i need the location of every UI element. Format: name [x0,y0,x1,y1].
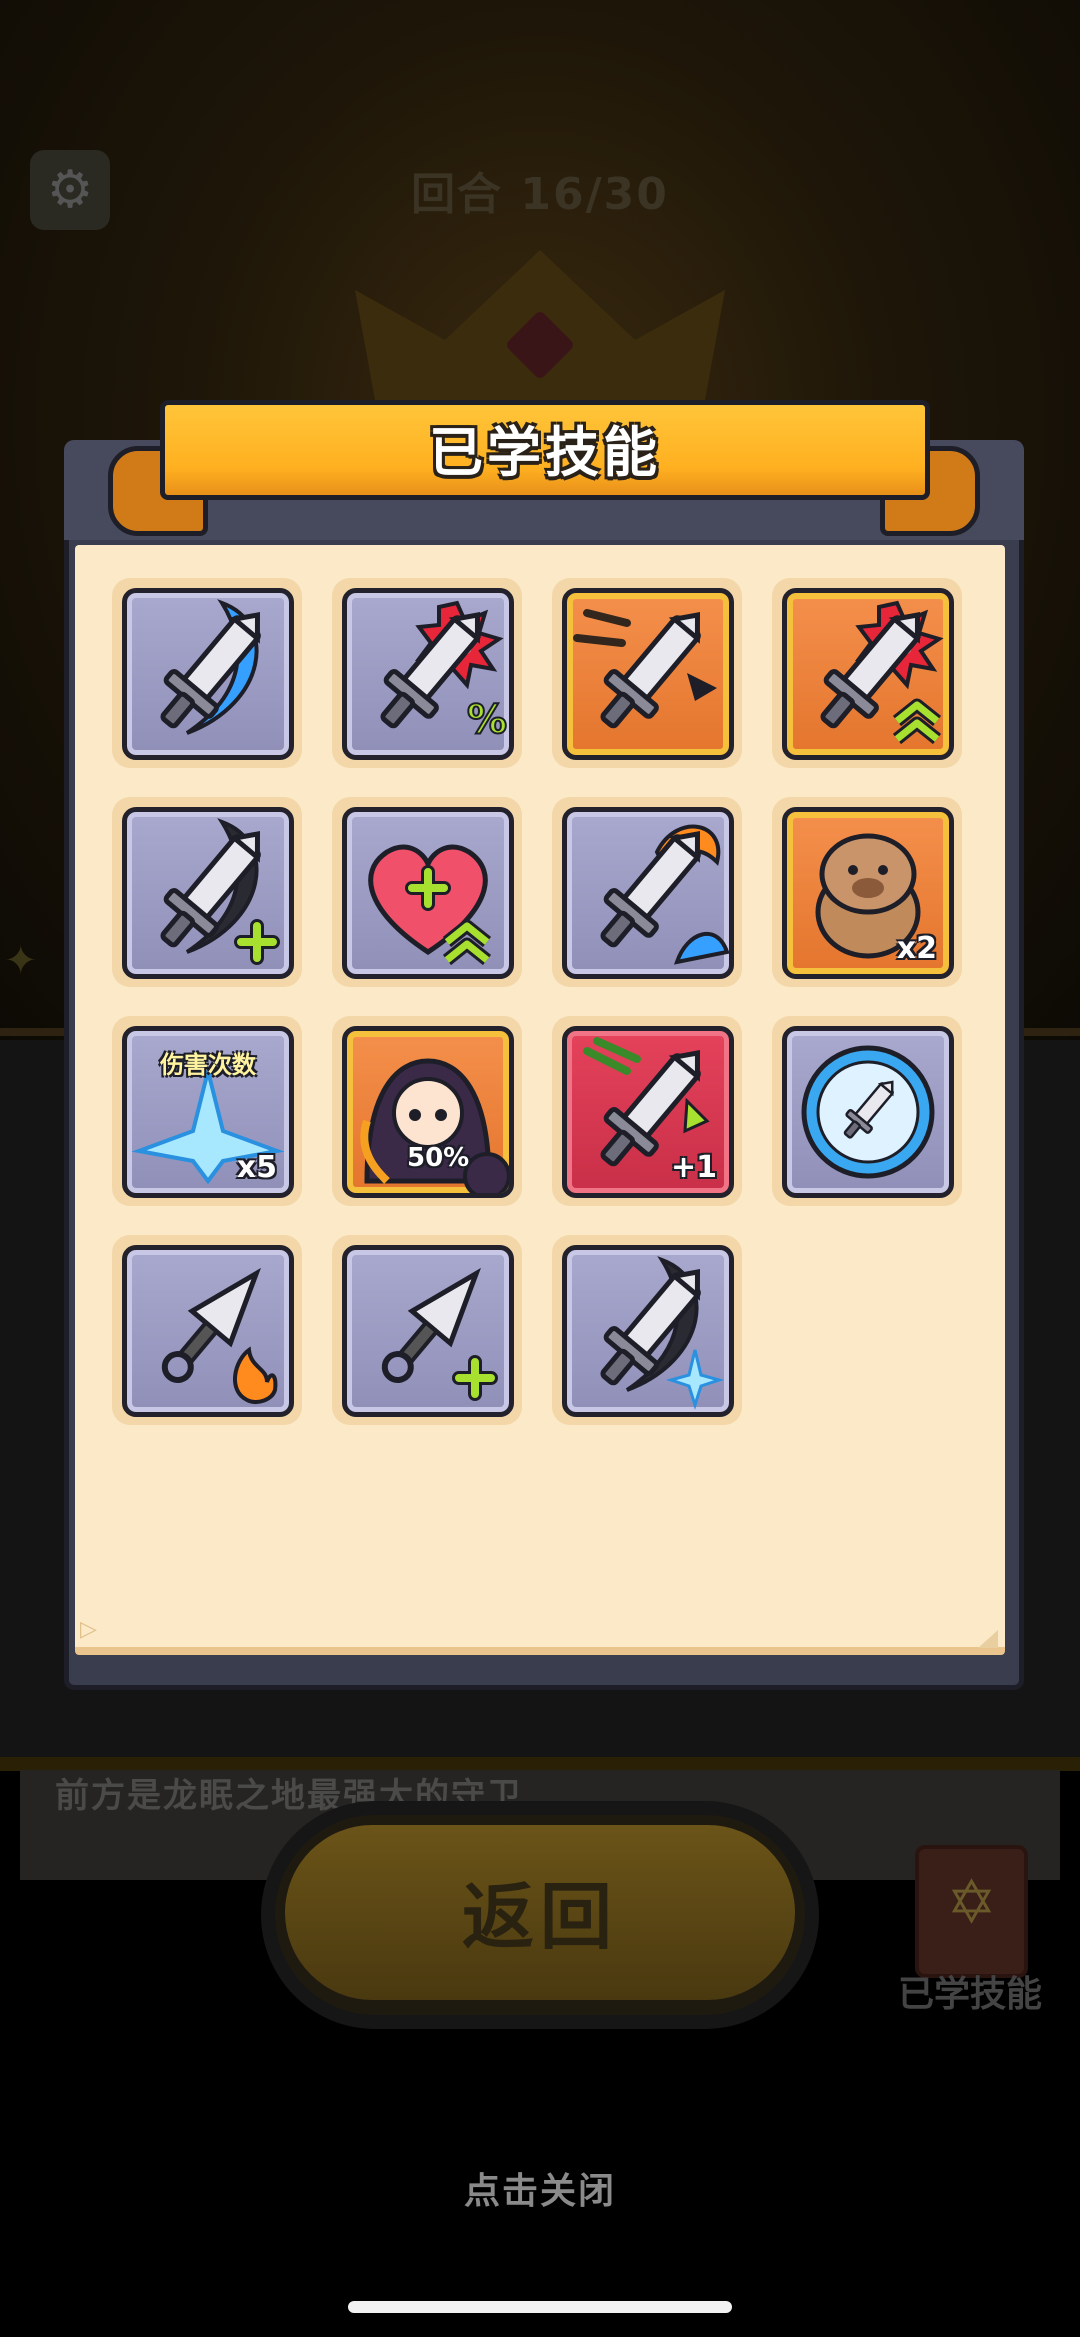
sword-crit-rate-icon: % [380,600,508,744]
crown-icon [355,250,725,400]
skill-badge: 50% [407,1143,470,1173]
dialog-text: 前方是龙眠之地最强大的守卫 [55,1776,523,1816]
skill-icon-frame [562,807,734,979]
sword-fire-wave-icon [600,824,729,965]
skill-slot[interactable] [552,797,742,987]
skill-badge: +1 [670,1150,717,1185]
sword-crit-damage-up-icon [820,600,944,745]
skill-slot[interactable]: 50% [332,1016,522,1206]
skill-icon-frame [342,807,514,979]
skill-slot[interactable] [772,578,962,768]
return-button-label: 返回 [461,1875,618,1959]
skill-slot[interactable] [552,578,742,768]
home-indicator[interactable] [348,2301,732,2313]
skill-icon-frame [342,1245,514,1417]
modal-title: 已学技能 [429,421,661,484]
heart-health-up-icon [368,844,492,966]
skill-slot[interactable] [112,578,302,768]
skill-slot[interactable] [332,1235,522,1425]
sword-attack-plus-icon [160,818,280,965]
skill-badge: x5 [236,1150,277,1185]
sparkle-icon: ✦ [4,938,38,984]
skill-icon-frame: x2 [782,807,954,979]
skill-slot[interactable] [332,797,522,987]
skill-slot[interactable] [772,1016,962,1206]
sword-shield-bubble-icon [801,1045,935,1179]
skill-icon-frame [122,807,294,979]
skill-icon-frame: +1 [562,1026,734,1198]
skill-slot[interactable] [112,1235,302,1425]
close-hint[interactable]: 点击关闭 [0,2162,1080,2214]
skill-slot[interactable]: x2 [772,797,962,987]
skill-slot[interactable]: 伤害次数 x5 [112,1016,302,1206]
kunai-fire-icon [161,1267,278,1404]
hexagram-icon: ✡ [946,1868,997,1938]
skill-badge: x2 [896,931,937,966]
skill-icon-frame: % [342,588,514,760]
skill-slot[interactable] [552,1235,742,1425]
sword-ice-slash-icon [600,1256,725,1410]
skill-top-label: 伤害次数 [160,1051,256,1079]
paper-corner: ▷ [80,1617,97,1642]
skill-icon-frame [562,1245,734,1417]
skill-icon-frame [122,588,294,760]
skill-icon-frame: 50% [342,1026,514,1198]
sword-dash-strike-icon [573,609,717,729]
skill-slot[interactable]: +1 [552,1016,742,1206]
skill-icon-frame: 伤害次数 x5 [122,1026,294,1198]
kunai-plus-icon [381,1267,498,1401]
skill-icon-frame [122,1245,294,1417]
round-counter: 回合 16/30 [411,169,669,220]
svg-text:%: % [467,697,507,743]
skill-icon-frame [782,1026,954,1198]
sword-crescent-slash-icon [160,599,261,735]
skill-icon-frame [782,588,954,760]
skill-slot[interactable]: % [332,578,522,768]
skills-book-label: 已学技能 [897,1974,1042,2015]
skill-slot[interactable] [112,797,302,987]
skill-icon-frame [562,588,734,760]
